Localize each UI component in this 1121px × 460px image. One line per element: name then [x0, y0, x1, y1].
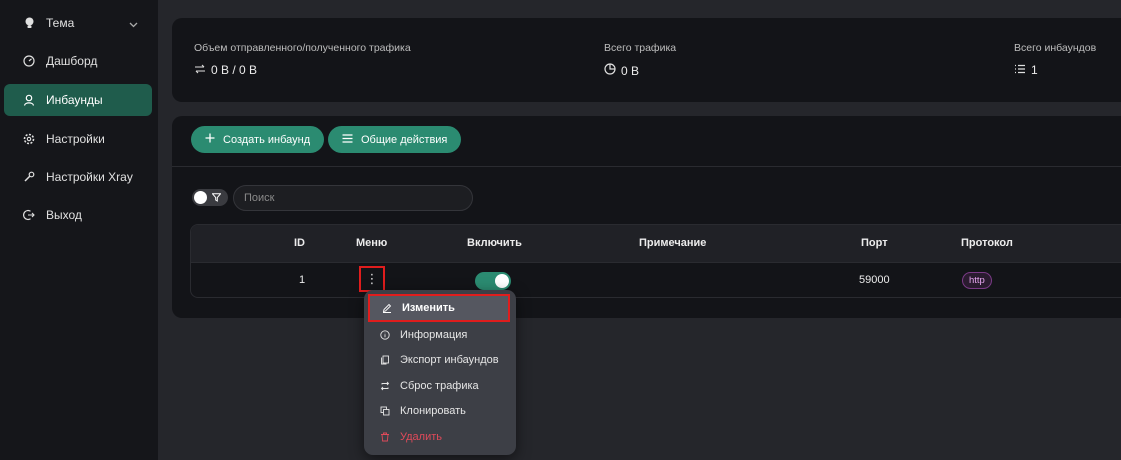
sidebar-item-label: Выход — [46, 208, 82, 222]
more-vertical-icon: ⋮ — [365, 271, 379, 286]
sidebar-item-label: Настройки Xray — [46, 170, 133, 184]
menu-item-label: Изменить — [402, 302, 455, 314]
sidebar-item-settings[interactable]: Настройки — [4, 123, 152, 155]
column-header-enable: Включить — [467, 237, 522, 249]
user-icon — [23, 94, 35, 106]
menu-item-label: Удалить — [400, 430, 442, 443]
row-actions-dropdown: Изменить Информация Экспорт инбаундов Сб… — [364, 290, 516, 455]
dashboard-icon — [23, 55, 35, 67]
wrench-icon — [23, 171, 35, 183]
column-header-remark: Примечание — [639, 237, 707, 249]
clone-icon — [380, 406, 390, 416]
stat-traffic: Объем отправленного/полученного трафика … — [194, 42, 411, 77]
logout-icon — [23, 209, 35, 221]
sidebar-item-logout[interactable]: Выход — [4, 199, 152, 231]
stat-inbounds: Всего инбаундов 1 — [1014, 42, 1096, 77]
sidebar-item-label: Настройки — [46, 132, 105, 146]
sidebar: Тема Дашборд Инбаунды Настройки Настройк… — [0, 0, 158, 460]
stat-total-label: Всего трафика — [604, 42, 677, 54]
delete-icon — [380, 432, 390, 442]
inbounds-table: ID Меню Включить Примечание Порт Протоко… — [190, 224, 1121, 298]
menu-item-reset-traffic[interactable]: Сброс трафика — [368, 373, 512, 398]
column-header-protocol: Протокол — [961, 237, 1013, 249]
create-inbound-button[interactable]: Создать инбаунд — [191, 126, 325, 153]
search-input[interactable] — [233, 185, 473, 211]
menu-icon — [342, 133, 353, 146]
chevron-down-icon — [129, 17, 138, 31]
toggle-knob — [194, 191, 207, 204]
copy-icon — [380, 355, 390, 365]
menu-item-export[interactable]: Экспорт инбаундов — [368, 347, 512, 372]
cell-id: 1 — [299, 274, 306, 286]
plus-icon — [205, 133, 215, 146]
general-actions-label: Общие действия — [361, 133, 448, 146]
stat-inbounds-value: 1 — [1031, 63, 1038, 77]
stat-traffic-label: Объем отправленного/полученного трафика — [194, 42, 411, 54]
column-header-port: Порт — [861, 237, 888, 249]
gear-icon — [23, 133, 35, 145]
switch-knob — [495, 274, 509, 288]
sidebar-item-label: Тема — [46, 16, 75, 30]
menu-item-label: Экспорт инбаундов — [400, 353, 499, 366]
create-inbound-label: Создать инбаунд — [223, 133, 311, 146]
pie-chart-icon — [604, 63, 616, 78]
enable-switch[interactable] — [475, 272, 511, 290]
sidebar-item-label: Дашборд — [46, 54, 98, 68]
stat-total-value: 0 B — [621, 63, 640, 78]
filter-icon — [211, 189, 222, 207]
stat-total: Всего трафика 0 B — [604, 42, 676, 78]
info-icon — [380, 329, 390, 340]
menu-item-edit[interactable]: Изменить — [368, 294, 510, 322]
menu-item-label: Клонировать — [400, 404, 466, 417]
divider — [172, 166, 1121, 167]
sidebar-item-xray-settings[interactable]: Настройки Xray — [4, 161, 152, 193]
swap-icon — [194, 63, 206, 77]
table-row: 1 ⋮ 59000 http — [191, 262, 1121, 297]
filter-toggle[interactable] — [192, 189, 228, 206]
sidebar-item-theme[interactable]: Тема — [4, 7, 152, 39]
stats-card: Объем отправленного/полученного трафика … — [172, 18, 1121, 102]
stat-traffic-value: 0 B / 0 B — [211, 63, 258, 77]
list-icon — [1014, 63, 1026, 77]
general-actions-button[interactable]: Общие действия — [328, 126, 462, 153]
stat-inbounds-label: Всего инбаундов — [1014, 42, 1097, 54]
cell-port: 59000 — [859, 274, 890, 286]
row-menu-button[interactable]: ⋮ — [359, 266, 385, 292]
protocol-tag: http — [962, 272, 992, 289]
sidebar-item-dashboard[interactable]: Дашборд — [4, 45, 152, 77]
menu-item-delete[interactable]: Удалить — [368, 424, 512, 449]
bulb-icon — [23, 17, 35, 29]
sidebar-item-label: Инбаунды — [46, 93, 103, 107]
inbounds-card: Создать инбаунд Общие действия ID Меню В… — [172, 116, 1121, 318]
sidebar-item-inbounds[interactable]: Инбаунды — [4, 84, 152, 116]
menu-item-label: Информация — [400, 328, 468, 341]
menu-item-info[interactable]: Информация — [368, 322, 512, 347]
edit-icon — [382, 303, 392, 313]
column-header-id: ID — [294, 237, 305, 249]
menu-item-label: Сброс трафика — [400, 379, 479, 392]
table-header: ID Меню Включить Примечание Порт Протоко… — [191, 225, 1121, 262]
menu-item-clone[interactable]: Клонировать — [368, 398, 512, 423]
column-header-menu: Меню — [356, 237, 388, 249]
retweet-icon — [380, 381, 390, 391]
